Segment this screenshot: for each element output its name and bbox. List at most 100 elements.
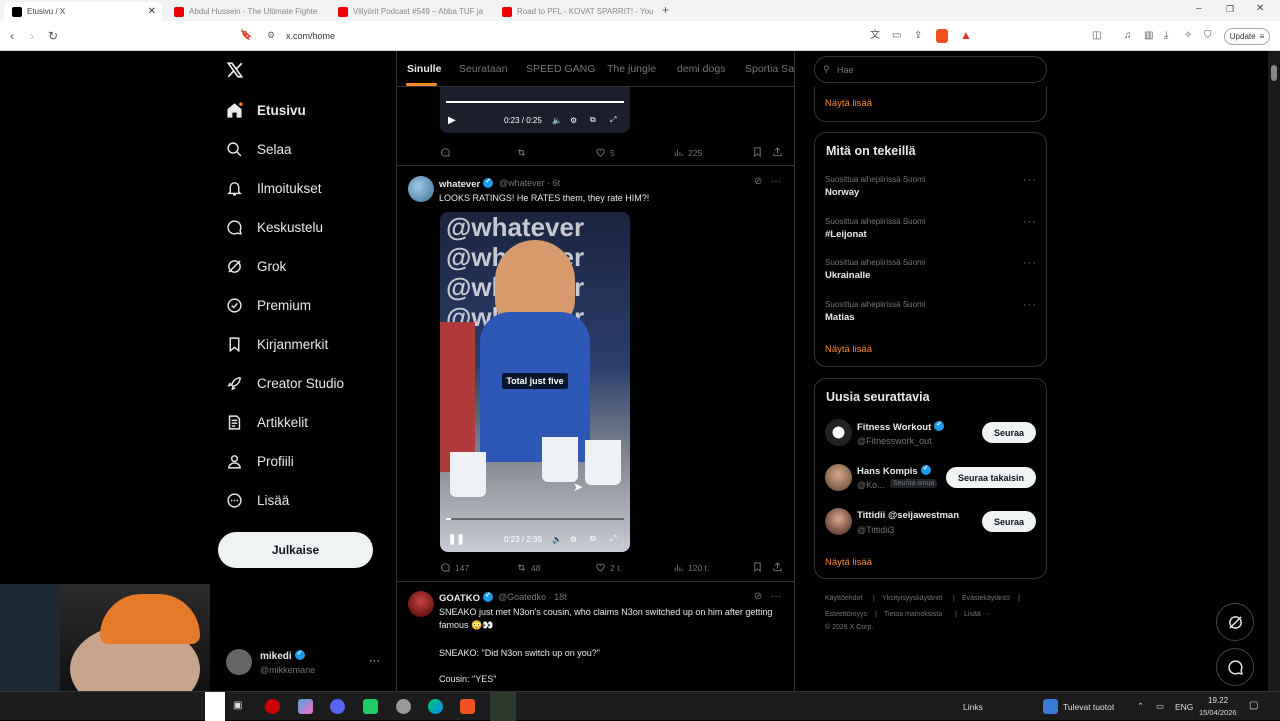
clock-time[interactable]: 19.22 xyxy=(1208,696,1228,705)
trend-item[interactable]: Norway xyxy=(825,187,859,198)
opera-icon[interactable] xyxy=(265,699,280,714)
grok-float-button[interactable] xyxy=(1216,603,1254,641)
pause-icon[interactable]: ❚❚ xyxy=(448,534,465,545)
bookmark-page-icon[interactable]: 🔖 xyxy=(240,29,252,43)
cast-icon[interactable]: ▭ xyxy=(892,29,901,43)
suggestion-name[interactable]: Hans Kompis xyxy=(857,464,931,477)
update-button[interactable]: Update ≡ xyxy=(1224,28,1270,45)
discord-icon[interactable] xyxy=(330,699,345,714)
post-video[interactable]: @whatever@whatever@whatever@whatever Tot… xyxy=(440,212,630,552)
new-tab-button[interactable]: + xyxy=(662,3,669,17)
tab-sportia[interactable]: Sportia Sa xyxy=(745,63,794,75)
app-icon[interactable] xyxy=(363,699,378,714)
translate-icon[interactable]: 文 xyxy=(870,29,880,43)
nav-premium[interactable]: Premium xyxy=(226,290,311,320)
trend-more-icon[interactable]: ··· xyxy=(1023,216,1037,228)
browser-tab-0[interactable]: Etusivu / X ✕ xyxy=(4,2,162,21)
settings-icon[interactable]: ⚙ xyxy=(570,535,577,544)
network-icon[interactable]: ▭ xyxy=(1156,701,1164,712)
tab-the-jungle[interactable]: The jungle xyxy=(607,63,656,75)
like-action[interactable]: 2 t. xyxy=(595,562,622,573)
views-action[interactable]: 225 xyxy=(673,147,702,158)
tray-chevron-icon[interactable]: ⌃ xyxy=(1137,701,1144,712)
post-more-icon[interactable]: ··· xyxy=(771,176,781,187)
start-button[interactable] xyxy=(205,692,225,721)
scrollbar-thumb[interactable] xyxy=(1271,65,1277,81)
reading-list-icon[interactable]: ▥ xyxy=(1144,29,1153,43)
post-button[interactable]: Julkaise xyxy=(218,532,373,568)
post-author[interactable]: GOATKO xyxy=(439,591,493,604)
edge-icon[interactable] xyxy=(428,699,443,714)
post-handle[interactable]: @Goatedko · 18t xyxy=(498,592,567,602)
share-post-icon[interactable] xyxy=(772,561,783,573)
repost-action[interactable]: 48 xyxy=(516,562,540,573)
nav-articles[interactable]: Artikkelit xyxy=(226,407,308,437)
trend-more-icon[interactable]: ··· xyxy=(1023,299,1037,311)
back-icon[interactable]: ‹ xyxy=(10,29,14,43)
nav-home[interactable]: Etusivu xyxy=(226,95,306,125)
play-icon[interactable]: ▶ xyxy=(448,115,456,126)
bookmark-post-icon[interactable] xyxy=(752,146,763,158)
pip-icon[interactable]: ⧉ xyxy=(590,115,596,125)
tab-demi-dogs[interactable]: demi dogs xyxy=(677,63,725,75)
settings-icon[interactable]: ⚙ xyxy=(570,116,577,125)
reply-action[interactable] xyxy=(440,147,455,158)
account-menu-icon[interactable]: ··· xyxy=(369,655,380,667)
notification-icon[interactable]: ▢ xyxy=(1249,700,1258,711)
task-view-icon[interactable]: ▣ xyxy=(233,700,242,711)
show-more-link[interactable]: Näytä lisää xyxy=(825,98,872,109)
widgets-text[interactable]: Tulevat tuotot xyxy=(1063,702,1114,712)
like-action[interactable]: 5 xyxy=(595,147,615,158)
close-tab-icon[interactable]: ✕ xyxy=(148,6,156,17)
downloads-icon[interactable]: ⤓ xyxy=(1164,29,1168,43)
post-more-icon[interactable]: ··· xyxy=(771,591,781,602)
nav-creator-studio[interactable]: Creator Studio xyxy=(226,368,344,398)
tab-for-you[interactable]: Sinulle xyxy=(407,63,441,75)
suggestion-name[interactable]: Fitness Workout xyxy=(857,420,945,433)
footer-accessibility-link[interactable]: Esteettömyys xyxy=(825,611,867,618)
top-post-video[interactable]: ▶ 0:23 / 0:25 🔈 ⚙ ⧉ ⤢ xyxy=(440,87,630,133)
tab-speed-gang[interactable]: SPEED GANG xyxy=(526,63,595,75)
fullscreen-icon[interactable]: ⤢ xyxy=(610,534,616,544)
trend-item[interactable]: Matias xyxy=(825,312,855,323)
nav-more[interactable]: Lisää xyxy=(226,485,289,515)
bookmark-post-icon[interactable] xyxy=(752,561,763,573)
active-app-icon[interactable] xyxy=(490,692,516,721)
post-avatar[interactable] xyxy=(408,176,434,202)
nav-explore[interactable]: Selaa xyxy=(226,134,292,164)
follow-button[interactable]: Seuraa xyxy=(982,511,1036,532)
links-toolbar[interactable]: Links xyxy=(963,702,983,712)
grok-explain-icon[interactable]: ⊘ xyxy=(754,591,762,602)
clock-date[interactable]: 15/04/2026 xyxy=(1199,708,1237,717)
volume-icon[interactable]: 🔈 xyxy=(552,535,562,544)
trend-item[interactable]: Ukrainalle xyxy=(825,270,870,281)
messages-float-button[interactable] xyxy=(1216,648,1254,686)
minimize-icon[interactable]: – xyxy=(1196,3,1202,14)
close-window-icon[interactable]: ✕ xyxy=(1256,3,1264,14)
suggestion-name[interactable]: Tittidii @seijawestman xyxy=(857,510,959,521)
show-more-link[interactable]: Näytä lisää xyxy=(825,557,872,568)
sidebar-toggle-icon[interactable]: ◫ xyxy=(1092,29,1101,43)
footer-ads-link[interactable]: Tietoa mainoksista xyxy=(884,611,942,618)
nav-notifications[interactable]: Ilmoitukset xyxy=(226,173,322,203)
trend-more-icon[interactable]: ··· xyxy=(1023,257,1037,269)
search-input[interactable]: ⚲ Hae xyxy=(814,56,1047,83)
share-icon[interactable]: ⇪ xyxy=(914,29,922,43)
views-action[interactable]: 120 t. xyxy=(673,562,709,573)
trend-item[interactable]: #Leijonat xyxy=(825,229,867,240)
browser-tab-2[interactable]: Viilyörit Podcast #549 – Abba TUF ja xyxy=(330,2,490,21)
browser-tab-1[interactable]: Abdul Hussein - The Ultimate Fighte xyxy=(166,2,326,21)
nav-grok[interactable]: Grok xyxy=(226,251,286,281)
post-author[interactable]: whatever xyxy=(439,177,494,190)
brave-icon[interactable] xyxy=(460,699,475,714)
post-handle[interactable]: @whatever · 6t xyxy=(499,178,560,188)
footer-more-link[interactable]: Lisää ··· xyxy=(964,611,990,618)
nav-profile[interactable]: Profiili xyxy=(226,446,294,476)
tab-following[interactable]: Seurataan xyxy=(459,63,507,75)
extensions-icon[interactable]: ✧ xyxy=(1184,29,1192,43)
volume-icon[interactable]: 🔈 xyxy=(552,116,562,125)
suggestion-avatar[interactable] xyxy=(825,508,852,535)
trend-more-icon[interactable]: ··· xyxy=(1023,174,1037,186)
app-icon[interactable] xyxy=(396,699,411,714)
maximize-icon[interactable]: ❐ xyxy=(1226,4,1234,15)
